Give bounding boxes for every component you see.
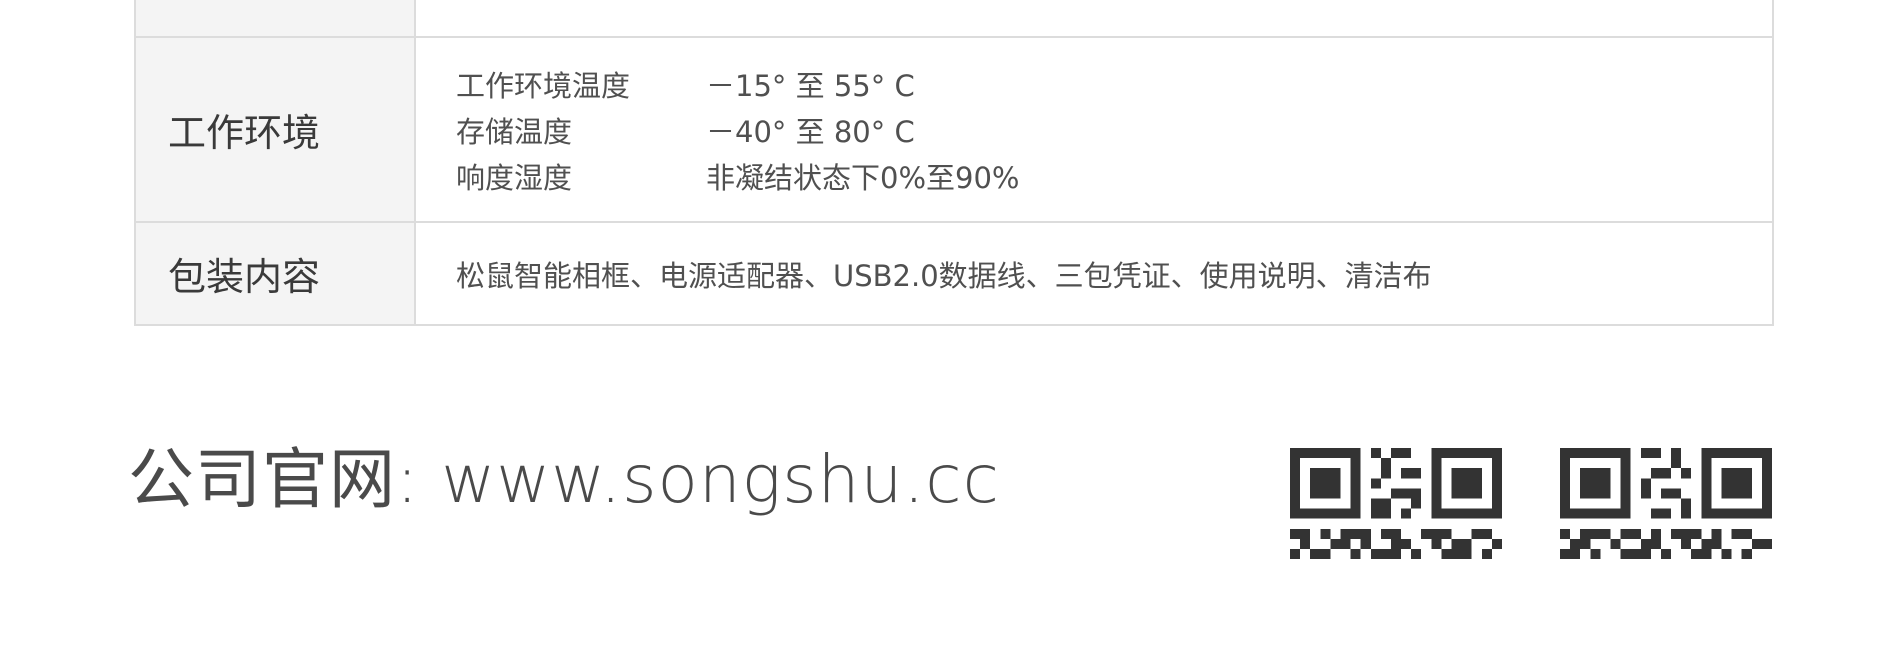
row-label: 包装内容 xyxy=(134,221,416,326)
table-row-package: 包装内容 松鼠智能相框、电源适配器、USB2.0数据线、三包凭证、使用说明、清洁… xyxy=(134,221,1774,326)
package-contents: 松鼠智能相框、电源适配器、USB2.0数据线、三包凭证、使用说明、清洁布 xyxy=(414,221,1774,326)
row-content-cell xyxy=(414,0,1774,38)
spec-key: 响度湿度 xyxy=(456,160,573,195)
spec-key: 存储温度 xyxy=(456,114,573,149)
environment-list: 工作环境温度 －15° 至 55° C 存储温度 －40° 至 80° C 响度… xyxy=(456,61,1772,199)
spec-value: －15° 至 55° C xyxy=(706,68,915,103)
list-item: 响度湿度 非凝结状态下0%至90% xyxy=(456,153,1772,199)
package-text: 松鼠智能相框、电源适配器、USB2.0数据线、三包凭证、使用说明、清洁布 xyxy=(456,258,1432,293)
row-label-cell xyxy=(134,0,416,38)
qr-code-icon xyxy=(1290,448,1502,560)
spec-key: 工作环境温度 xyxy=(456,68,631,103)
row-label: 工作环境 xyxy=(134,36,416,223)
list-item: 存储温度 －40° 至 80° C xyxy=(456,107,1772,153)
qr-code-icon xyxy=(1560,448,1772,560)
spec-value: 非凝结状态下0%至90% xyxy=(706,160,1020,195)
table-row-environment: 工作环境 工作环境温度 －15° 至 55° C 存储温度 －40° 至 80°… xyxy=(134,36,1774,223)
company-website: 公司官网: www.songshu.cc xyxy=(128,441,1000,518)
environment-specs: 工作环境温度 －15° 至 55° C 存储温度 －40° 至 80° C 响度… xyxy=(414,36,1774,223)
spec-value: －40° 至 80° C xyxy=(706,114,915,149)
spec-table: 工作环境 工作环境温度 －15° 至 55° C 存储温度 －40° 至 80°… xyxy=(134,0,1774,326)
table-row xyxy=(134,0,1774,38)
list-item: 工作环境温度 －15° 至 55° C xyxy=(456,61,1772,107)
